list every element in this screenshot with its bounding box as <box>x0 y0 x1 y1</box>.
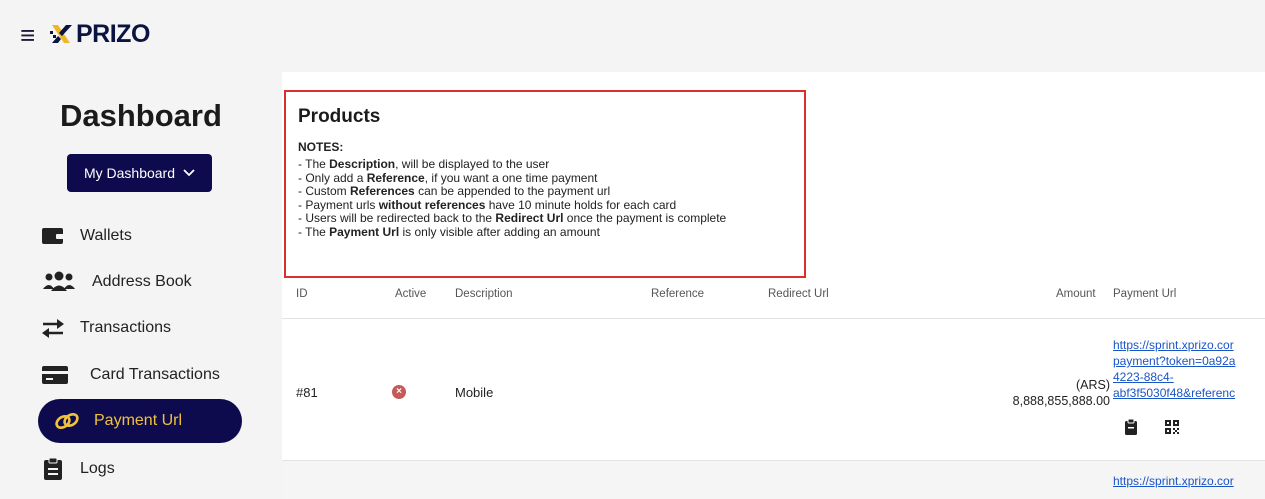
my-dashboard-label: My Dashboard <box>83 165 176 181</box>
sidebar-item-label: Address Book <box>92 273 192 290</box>
sidebar-item-label: Transactions <box>80 319 171 336</box>
sidebar-item-label: Payment Url <box>94 412 183 429</box>
payment-url-link[interactable]: https://sprint.xprizo.cor <box>1113 473 1258 489</box>
column-header-description[interactable]: Description <box>455 288 513 300</box>
note-line: - The Description, will be displayed to … <box>298 157 550 171</box>
users-icon <box>40 269 78 295</box>
sidebar-item-payment-url[interactable]: Payment Url <box>38 399 242 443</box>
payment-url-link[interactable]: https://sprint.xprizo.cor payment?token=… <box>1113 337 1258 401</box>
sidebar: Dashboard My Dashboard Wallets Address B… <box>0 72 282 499</box>
note-line: - Only add a Reference, if you want a on… <box>298 170 598 185</box>
column-header-payment-url[interactable]: Payment Url <box>1113 288 1176 300</box>
copy-clipboard-icon[interactable] <box>1124 418 1138 439</box>
hamburger-icon[interactable]: ≡ <box>20 22 35 48</box>
sidebar-item-label: Logs <box>80 460 115 477</box>
notes-heading: NOTES: <box>298 140 344 154</box>
logo[interactable]: PRIZO <box>50 21 150 47</box>
column-header-id[interactable]: ID <box>296 288 308 300</box>
swap-arrows-icon <box>40 315 66 341</box>
note-line: - Custom References can be appended to t… <box>298 184 611 198</box>
row-description: Mobile <box>455 385 494 400</box>
logo-text: PRIZO <box>76 20 150 48</box>
top-bar: ≡ PRIZO <box>0 0 1265 72</box>
table-row[interactable]: #81 × Mobile (ARS) 8,888,855,888.00 http… <box>282 319 1265 460</box>
sidebar-item-label: Card Transactions <box>90 366 220 383</box>
qr-code-icon[interactable] <box>1165 420 1179 437</box>
amount-value: 8,888,855,888.00 <box>1012 394 1110 408</box>
sidebar-item-address-book[interactable]: Address Book <box>40 260 192 304</box>
sidebar-item-card-transactions[interactable]: Card Transactions <box>40 353 220 397</box>
xprizo-x-icon <box>50 25 72 43</box>
column-header-active[interactable]: Active <box>395 288 426 300</box>
row-amount: (ARS) 8,888,855,888.00 <box>950 377 1110 409</box>
my-dashboard-button[interactable]: My Dashboard <box>67 154 212 192</box>
note-line: - Users will be redirected back to the R… <box>298 211 727 225</box>
note-line: - Payment urls without references have 1… <box>298 197 677 212</box>
column-header-reference[interactable]: Reference <box>651 288 704 300</box>
main-panel: Products NOTES: - The Description, will … <box>282 72 1265 499</box>
column-header-redirect-url[interactable]: Redirect Url <box>768 288 829 300</box>
sidebar-title: Dashboard <box>60 98 222 133</box>
row-id: #81 <box>296 385 318 400</box>
credit-card-icon <box>40 362 70 388</box>
note-line: - The Payment Url is only visible after … <box>298 224 600 239</box>
sidebar-item-transactions[interactable]: Transactions <box>40 306 171 350</box>
link-icon <box>54 408 80 434</box>
table-row[interactable]: https://sprint.xprizo.cor <box>282 461 1265 499</box>
table-header: ID Active Description Reference Redirect… <box>282 288 1265 320</box>
page-title: Products <box>298 106 381 127</box>
inactive-status-icon: × <box>392 385 406 399</box>
products-notes-box: Products NOTES: - The Description, will … <box>284 90 806 278</box>
sidebar-item-logs[interactable]: Logs <box>40 447 115 491</box>
sidebar-item-label: Wallets <box>80 227 132 244</box>
wallet-icon <box>40 223 66 249</box>
clipboard-icon <box>40 456 66 482</box>
sidebar-item-wallets[interactable]: Wallets <box>40 214 132 258</box>
column-header-amount[interactable]: Amount <box>1056 288 1096 300</box>
amount-currency: (ARS) <box>1075 378 1110 392</box>
chevron-down-icon <box>183 166 195 180</box>
